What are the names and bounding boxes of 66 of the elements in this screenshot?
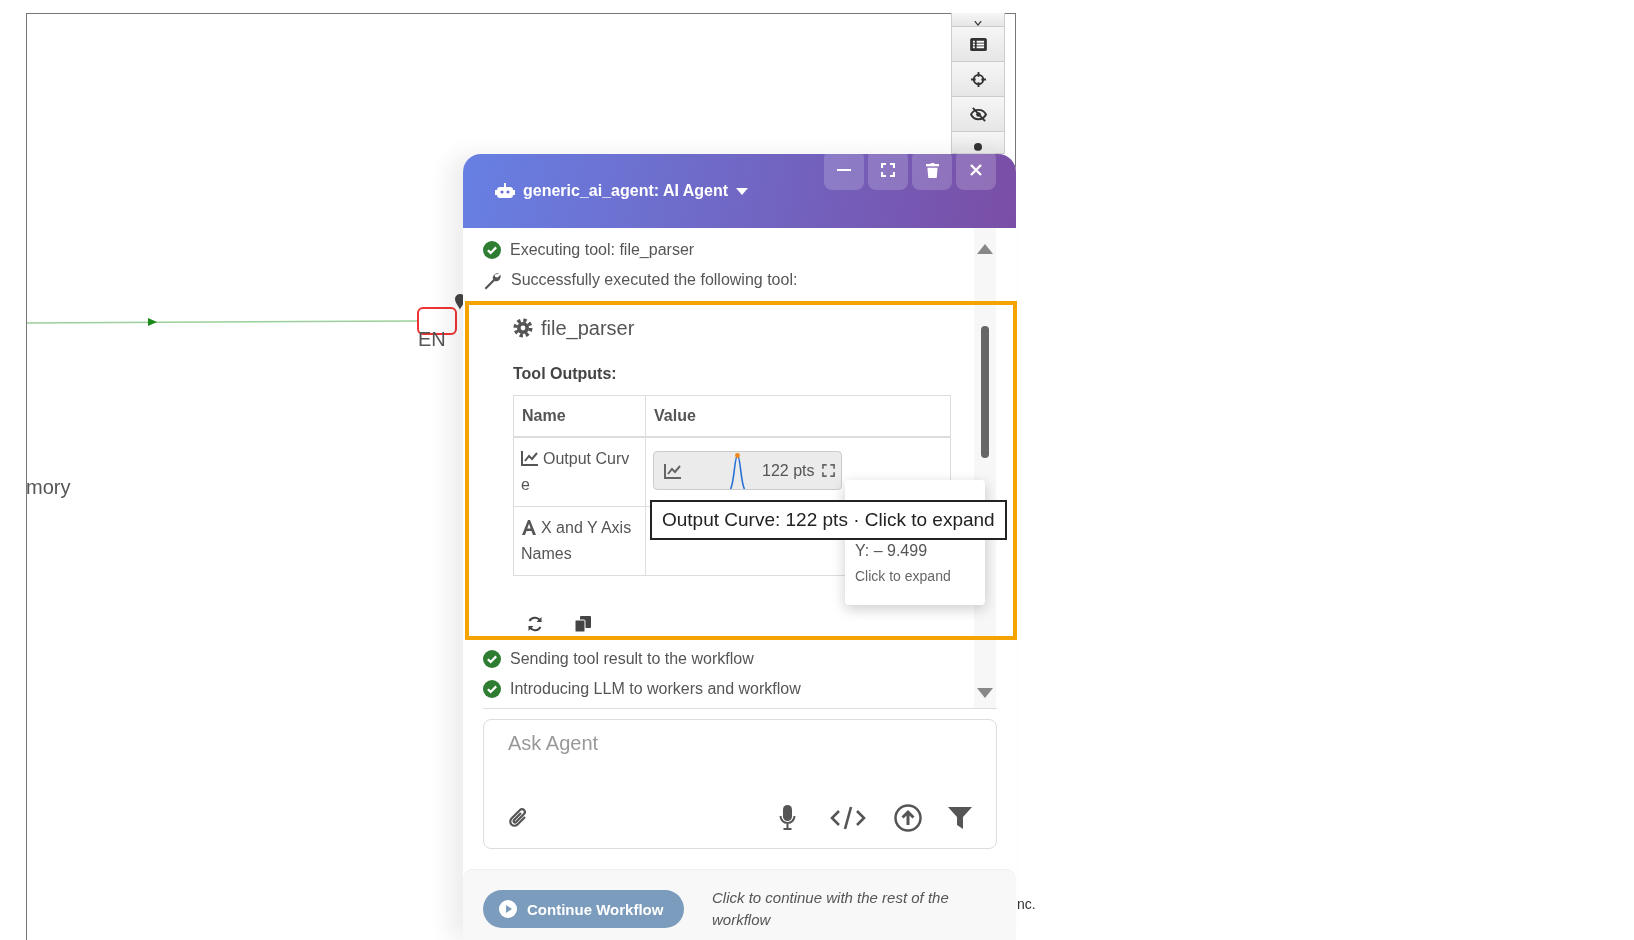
wrench-icon [483, 270, 502, 290]
status-message: Successfully executed the following tool: [511, 271, 798, 289]
filter-button[interactable] [948, 807, 972, 829]
upload-button[interactable] [894, 804, 922, 832]
line-chart-icon [521, 450, 539, 466]
scroll-up-icon[interactable] [977, 244, 993, 254]
close-icon [970, 164, 982, 176]
check-circle-icon [483, 680, 501, 698]
robot-icon [495, 183, 515, 199]
ask-agent-input[interactable]: Ask Agent [508, 720, 972, 782]
toolbar-button[interactable] [952, 132, 1004, 154]
continue-hint: Click to continue with the rest of the workflow [712, 888, 950, 930]
eye-slash-icon [969, 106, 987, 122]
toolbar-button[interactable] [952, 27, 1004, 62]
crosshair-icon [970, 71, 986, 87]
fullscreen-icon [881, 163, 895, 177]
table-cell: Output Curve [513, 437, 646, 507]
sparkline-drawing [729, 452, 746, 489]
close-button[interactable] [956, 150, 996, 190]
expand-icon [822, 464, 836, 477]
tool-name: file_parser [541, 316, 635, 340]
check-circle-icon [483, 241, 501, 259]
minimize-icon [837, 169, 851, 171]
node-label: EN [418, 328, 446, 350]
font-icon [521, 519, 537, 535]
table-cell: X and Y Axis Names [513, 506, 646, 576]
upload-circle-icon [894, 804, 922, 832]
copy-button[interactable] [575, 616, 591, 632]
column-header: Name [513, 395, 646, 437]
check-circle-icon [483, 650, 501, 668]
status-message: Sending tool result to the workflow [510, 650, 754, 668]
toolbar-button[interactable] [952, 62, 1004, 97]
paperclip-icon [508, 807, 528, 829]
section-heading: Tool Outputs: [513, 365, 618, 384]
popup-hint: Click to expand [855, 568, 952, 584]
attach-button[interactable] [508, 807, 528, 829]
ask-agent-field[interactable]: Ask Agent [483, 719, 997, 849]
play-circle-icon [499, 900, 517, 918]
status-message: Executing tool: file_parser [510, 241, 695, 259]
gear-icon [513, 318, 533, 338]
point-reading: Y: – 9.499 [855, 542, 929, 561]
scrollbar-thumb[interactable] [981, 326, 989, 458]
column-header: Value [645, 395, 951, 437]
curve-preview-button[interactable]: 122 pts [653, 451, 842, 490]
node-label: mory [26, 476, 71, 498]
scroll-down-icon[interactable] [977, 688, 993, 698]
tooltip: Output Curve: 122 pts · Click to expand [650, 500, 1007, 540]
code-button[interactable] [830, 806, 866, 830]
line-chart-icon [664, 462, 682, 479]
refresh-button[interactable] [527, 616, 543, 632]
status-message: Introducing LLM to workers and workflow [510, 680, 801, 698]
list-icon [969, 37, 987, 51]
dot-icon [974, 143, 982, 151]
refresh-icon [527, 616, 543, 632]
filter-icon [948, 807, 972, 829]
agent-title[interactable]: generic_ai_agent: AI Agent [523, 182, 729, 200]
toolbar-button[interactable] [952, 97, 1004, 132]
caret-icon[interactable] [736, 187, 749, 195]
microphone-button[interactable] [779, 805, 796, 831]
caret-icon [974, 21, 982, 26]
footer-text: nc. [1017, 896, 1036, 912]
microphone-icon [779, 805, 796, 831]
code-icon [830, 806, 866, 830]
continue-workflow-button[interactable]: Continue Workflow [483, 890, 684, 928]
trash-icon [925, 162, 939, 178]
copy-icon [575, 616, 591, 632]
